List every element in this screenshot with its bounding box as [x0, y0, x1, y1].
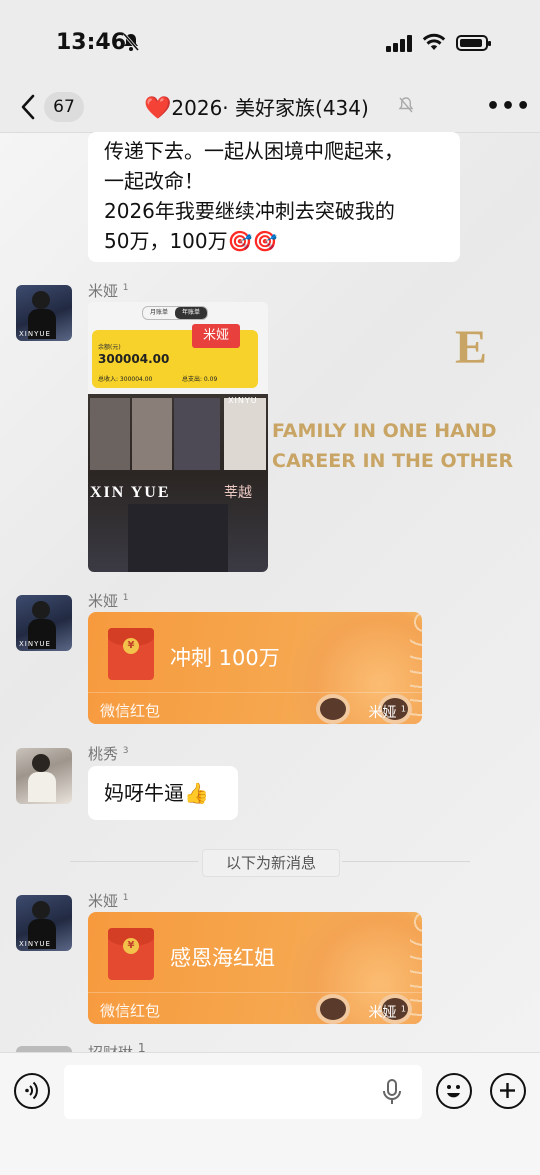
message-text: 妈呀牛逼👍: [104, 781, 209, 805]
message-line: 50万，100万🎯🎯: [104, 229, 278, 253]
voice-icon: [25, 1081, 38, 1100]
red-envelope-icon: ¥: [108, 628, 154, 680]
red-packet-sender: 米娅 1: [368, 1004, 406, 1021]
name-tag: 米娅: [192, 324, 240, 348]
microphone-icon[interactable]: [381, 1078, 403, 1110]
status-bar: 13:46: [0, 0, 540, 84]
chat-header: 67 ❤️2026· 美好家族(434) •••: [0, 84, 540, 133]
voice-mode-button[interactable]: [14, 1073, 50, 1109]
input-bar: [0, 1052, 540, 1175]
wifi-icon: [422, 32, 446, 56]
message-line: 2026年我要继续冲刺去突破我的: [104, 199, 395, 223]
watermark-letter: E: [455, 321, 489, 374]
red-envelope-icon: ¥: [108, 928, 154, 980]
new-messages-divider: 以下为新消息: [202, 849, 340, 877]
red-packet-label: 微信红包: [100, 702, 161, 720]
balance-label: 余额(元): [98, 344, 121, 351]
heart-icon: ❤️: [144, 96, 172, 121]
chat-title: ❤️2026· 美好家族(434): [144, 92, 369, 121]
signal-icon: [386, 34, 414, 56]
avatar-tag: XINYUE: [19, 640, 51, 648]
avatar[interactable]: [16, 748, 72, 804]
unread-count-badge[interactable]: 67: [44, 92, 84, 122]
battery-icon: [456, 35, 491, 51]
more-actions-button[interactable]: [490, 1073, 526, 1109]
tab-yearly: 年账单: [175, 307, 207, 319]
red-packet-sender: 米娅 1: [368, 704, 406, 721]
sender-name: 米娅 1: [88, 592, 129, 610]
emoji-button[interactable]: [436, 1073, 472, 1109]
status-time: 13:46: [56, 30, 127, 55]
avatar[interactable]: XINYUE: [16, 285, 72, 341]
red-packet[interactable]: ¥ 感恩海红姐 微信红包 米娅 1: [88, 912, 422, 1024]
plus-icon: [500, 1083, 515, 1098]
brand-cn-text: 莘越: [224, 485, 252, 501]
red-packet-title: 感恩海红姐: [170, 946, 275, 970]
avatar[interactable]: XINYUE: [16, 595, 72, 651]
balance-amount: 300004.00: [98, 352, 170, 366]
photo-collage: XINYU XIN YUE 莘越: [88, 394, 268, 572]
separator-line: [70, 861, 198, 862]
sender-name: 米娅 1: [88, 892, 129, 910]
separator-line: [342, 861, 470, 862]
message-line: 传递下去。一起从困境中爬起来，: [104, 139, 404, 163]
message-line: 一起改命！: [104, 169, 204, 193]
brand-text: XIN YUE: [90, 484, 171, 501]
sender-name: 桃秀 3: [88, 745, 129, 763]
message-input[interactable]: [64, 1065, 422, 1119]
income-label: 总收入: 300004.00: [98, 376, 153, 383]
avatar-tag: XINYUE: [19, 330, 51, 338]
watermark-line-2: CAREER IN THE OTHER: [272, 450, 514, 472]
tab-monthly: 月账单: [149, 309, 168, 316]
expense-label: 总支出: 0.09: [182, 376, 218, 383]
sender-name: 米娅 1: [88, 282, 129, 300]
more-options-button[interactable]: •••: [486, 94, 531, 119]
chat-title-text: 2026· 美好家族(434): [171, 96, 369, 120]
red-packet[interactable]: ¥ 冲刺 100万 微信红包 米娅 1: [88, 612, 422, 724]
avatar[interactable]: XINYUE: [16, 895, 72, 951]
watermark-line-1: FAMILY IN ONE HAND: [272, 420, 497, 442]
mute-bell-icon: [398, 96, 414, 118]
message-text-bubble[interactable]: 妈呀牛逼👍: [88, 766, 238, 820]
bill-tabs: 月账单 年账单: [142, 306, 208, 320]
back-arrow-icon[interactable]: [20, 94, 36, 124]
avatar-tag: XINYUE: [19, 940, 51, 948]
message-text-bubble[interactable]: 传递下去。一起从困境中爬起来， 一起改命！ 2026年我要继续冲刺去突破我的 5…: [88, 132, 460, 262]
red-packet-title: 冲刺 100万: [170, 646, 280, 670]
smiley-icon: [447, 1085, 460, 1098]
brand-top: XINYU: [228, 396, 258, 405]
shared-image[interactable]: 月账单 年账单 余额(元) 300004.00 总收入: 300004.00 总…: [88, 302, 268, 572]
red-packet-label: 微信红包: [100, 1002, 161, 1020]
bell-off-icon: [122, 32, 140, 56]
